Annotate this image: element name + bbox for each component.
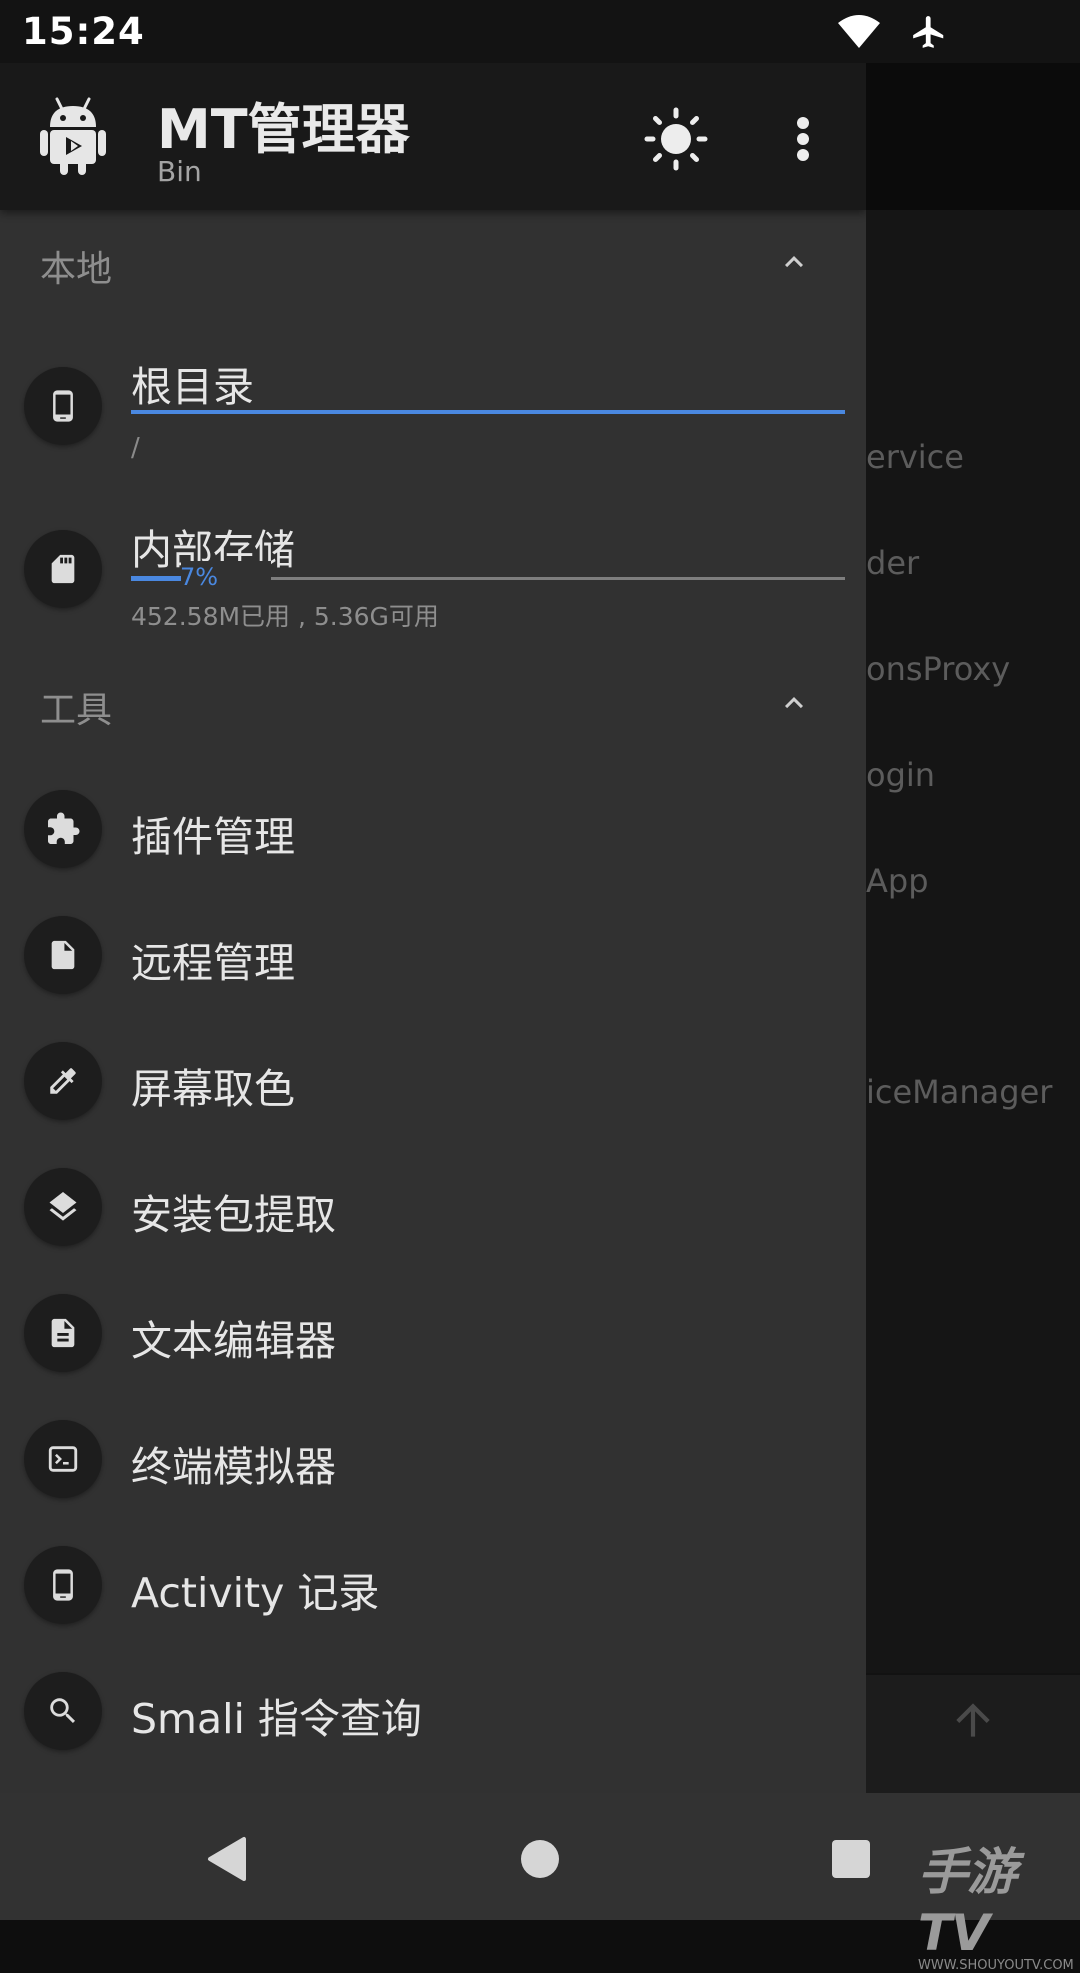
drawer-header: MT管理器 Bin (0, 63, 866, 210)
navigation-drawer: MT管理器 Bin 本地 根目录 / 内部存储 7% 452.58M已用 , 5… (0, 63, 866, 1793)
chevron-up-icon[interactable] (776, 244, 812, 280)
background-list-item[interactable]: onsProxy (866, 650, 1010, 688)
more-options-button[interactable] (770, 99, 836, 179)
sd-card-icon (51, 554, 75, 584)
background-list-item[interactable]: App (866, 862, 929, 900)
tool-icon-circle (24, 1420, 102, 1498)
storage-item-label: 根目录 (131, 363, 254, 411)
background-list-item[interactable]: der (866, 544, 919, 582)
tool-icon-circle (24, 1042, 102, 1120)
storage-name-underline (131, 410, 845, 414)
theme-toggle-button[interactable] (640, 103, 712, 175)
storage-percent: 7% (180, 563, 219, 591)
watermark-url: WWW.SHOUYOUTV.COM (918, 1958, 1074, 1973)
terminal-icon (48, 1446, 78, 1472)
background-toolbar (866, 63, 1080, 210)
storage-path: / (131, 433, 140, 463)
tool-icon-circle (24, 790, 102, 868)
layers-icon (49, 1192, 77, 1221)
storage-usage: 452.58M已用 , 5.36G可用 (131, 602, 439, 631)
home-circle-icon (521, 1840, 559, 1878)
tools-section-title: 工具 (40, 690, 113, 731)
chevron-up-icon[interactable] (776, 685, 812, 721)
tool-icon-circle (24, 1168, 102, 1246)
wifi-icon (838, 14, 880, 48)
background-file-list: ervice der onsProxy ogin App iceManager (866, 63, 1080, 1793)
tool-item-label: 文本编辑器 (131, 1317, 336, 1365)
tool-icon-circle (24, 1546, 102, 1624)
sun-icon (644, 107, 708, 171)
home-button[interactable] (512, 1831, 568, 1887)
storage-icon-circle (24, 530, 102, 608)
background-list-item[interactable]: ogin (866, 756, 935, 794)
tool-item-label: Activity 记录 (131, 1569, 380, 1617)
app-title: MT管理器 (157, 98, 410, 161)
status-bar: 15:24 (0, 0, 1080, 63)
tool-item-label: 远程管理 (131, 939, 295, 987)
document-icon (51, 1318, 75, 1348)
android-logo-icon (40, 97, 106, 175)
tool-icon-circle (24, 1672, 102, 1750)
search-icon (50, 1698, 76, 1724)
recents-square-icon (832, 1840, 870, 1878)
storage-icon-circle (24, 367, 102, 445)
tool-item-label: 安装包提取 (131, 1191, 336, 1239)
local-section-header[interactable]: 本地 (0, 226, 866, 306)
tool-icon-circle (24, 1294, 102, 1372)
puzzle-icon (48, 812, 80, 844)
status-icons (838, 13, 1058, 51)
back-triangle-icon (208, 1837, 246, 1881)
more-vert-icon (797, 117, 809, 161)
tool-item-label: 终端模拟器 (131, 1443, 336, 1491)
watermark: 手游TV WWW.SHOUYOUTV.COM (918, 1832, 1074, 1973)
back-button[interactable] (198, 1831, 254, 1887)
background-list-item[interactable]: iceManager (866, 1073, 1052, 1111)
tool-item-label: 插件管理 (131, 813, 295, 861)
status-time: 15:24 (22, 10, 145, 53)
background-bottom-bar (866, 1673, 1080, 1793)
phone-icon (53, 1569, 73, 1601)
file-icon (51, 940, 75, 970)
tool-item-label: Smali 指令查询 (131, 1695, 422, 1743)
app-subtitle: Bin (157, 155, 202, 188)
background-list-item[interactable]: ervice (866, 438, 964, 476)
tool-item-label: 屏幕取色 (131, 1065, 295, 1113)
arrow-up-icon[interactable] (948, 1695, 998, 1745)
recents-button[interactable] (823, 1831, 879, 1887)
local-section-title: 本地 (40, 249, 113, 290)
watermark-logo: 手游TV (918, 1843, 1017, 1962)
tool-icon-circle (24, 916, 102, 994)
eyedropper-icon (50, 1068, 76, 1094)
storage-progress-fill (131, 576, 181, 581)
phone-icon (53, 390, 73, 422)
airplane-mode-icon (913, 15, 944, 48)
tools-section-header[interactable]: 工具 (0, 667, 866, 747)
